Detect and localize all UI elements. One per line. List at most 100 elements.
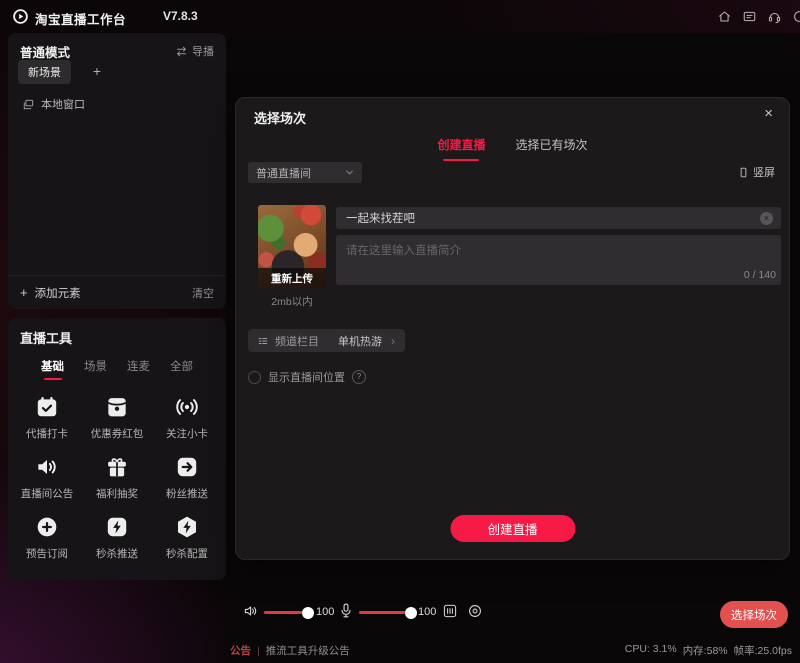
titlebar: 淘宝直播工作台 V7.8.3 xyxy=(0,0,800,33)
titlebar-actions xyxy=(717,9,800,24)
volume-slider-knob[interactable] xyxy=(302,607,314,619)
tool-flash-config[interactable]: 秒杀配置 xyxy=(152,514,222,561)
tool-checkin[interactable]: 代播打卡 xyxy=(12,394,82,441)
swap-arrows-icon xyxy=(175,45,188,58)
tool-coupon-redpacket[interactable]: 优惠券红包 xyxy=(82,394,152,441)
plus-circle-icon xyxy=(34,514,60,540)
tab-scene[interactable]: 场景 xyxy=(84,358,107,380)
clear-input-icon[interactable]: × xyxy=(760,212,773,225)
reupload-button[interactable]: 重新上传 xyxy=(258,268,326,288)
flash-square-icon xyxy=(104,514,130,540)
tab-all[interactable]: 全部 xyxy=(170,358,193,380)
add-element-label: 添加元素 xyxy=(35,285,81,301)
microphone-icon[interactable] xyxy=(338,602,354,619)
live-title-input[interactable] xyxy=(336,207,781,229)
tools-panel-title: 直播工具 xyxy=(20,328,72,347)
mic-value: 100 xyxy=(418,606,436,618)
modal-tabs: 创建直播 选择已有场次 xyxy=(236,136,789,161)
mode-label: 普通模式 xyxy=(20,42,70,61)
tools-grid: 代播打卡 优惠券红包 关注小卡 直播间公告 xyxy=(12,394,222,561)
cover-upload: 重新上传 2mb以内 xyxy=(258,205,326,309)
fps-stat: 帧率:25.0fps xyxy=(734,643,792,658)
control-bar: 100 100 选择场次 xyxy=(227,595,800,633)
headset-icon[interactable] xyxy=(767,9,782,24)
select-session-modal: 选择场次 × 创建直播 选择已有场次 普通直播间 竖屏 重新上传 2mb以内 ×… xyxy=(235,97,790,560)
tool-label: 关注小卡 xyxy=(166,426,208,441)
chevron-down-icon xyxy=(345,168,354,177)
select-session-button[interactable]: 选择场次 xyxy=(720,601,788,628)
tool-label: 粉丝推送 xyxy=(166,486,208,501)
add-scene-button[interactable]: + xyxy=(86,60,108,81)
gift-icon xyxy=(104,454,130,480)
director-button[interactable]: 导播 xyxy=(175,43,214,59)
mixer-icon[interactable] xyxy=(442,603,458,619)
tool-label: 秒杀推送 xyxy=(96,546,138,561)
home-icon[interactable] xyxy=(717,9,732,24)
notice-text: 推流工具升级公告 xyxy=(266,643,350,658)
tool-label: 福利抽奖 xyxy=(96,486,138,501)
volume-value: 100 xyxy=(316,606,334,618)
tab-create-live[interactable]: 创建直播 xyxy=(437,136,485,161)
tool-follow-card[interactable]: 关注小卡 xyxy=(152,394,222,441)
orientation-toggle[interactable]: 竖屏 xyxy=(738,164,775,180)
performance-stats: CPU: 3.1% 内存:58% 帧率:25.0fps xyxy=(625,643,792,658)
location-label: 显示直播间位置 xyxy=(268,369,345,385)
tool-label: 优惠券红包 xyxy=(91,426,144,441)
record-icon[interactable] xyxy=(467,603,483,619)
tool-lottery[interactable]: 福利抽奖 xyxy=(82,454,152,501)
clear-button[interactable]: 清空 xyxy=(192,285,214,301)
location-checkbox[interactable] xyxy=(248,371,261,384)
speaker-icon[interactable] xyxy=(243,603,259,619)
app-window: 淘宝直播工作台 V7.8.3 普通模式 导播 新场景 + xyxy=(0,0,800,663)
add-element-button[interactable]: + 添加元素 xyxy=(20,285,81,301)
more-icon[interactable] xyxy=(792,9,800,24)
source-item-label: 本地窗口 xyxy=(41,96,85,112)
volume-slider[interactable] xyxy=(264,611,308,614)
status-bar: 公告 | 推流工具升级公告 CPU: 3.1% 内存:58% 帧率:25.0fp… xyxy=(0,640,800,663)
notice-area[interactable]: 公告 | 推流工具升级公告 xyxy=(230,643,350,658)
tool-room-announcement[interactable]: 直播间公告 xyxy=(12,454,82,501)
red-packet-icon xyxy=(104,394,130,420)
tool-fan-push[interactable]: 粉丝推送 xyxy=(152,454,222,501)
room-type-dropdown[interactable]: 普通直播间 xyxy=(248,162,362,183)
orientation-label: 竖屏 xyxy=(753,164,775,180)
plus-icon: + xyxy=(20,285,28,300)
cpu-stat: CPU: 3.1% xyxy=(625,643,677,658)
tool-preview-subscribe[interactable]: 预告订阅 xyxy=(12,514,82,561)
notice-badge: 公告 xyxy=(230,643,251,658)
tab-existing-session[interactable]: 选择已有场次 xyxy=(516,136,588,161)
tool-label: 秒杀配置 xyxy=(166,546,208,561)
portrait-screen-icon xyxy=(738,167,749,178)
help-icon[interactable]: ? xyxy=(352,370,366,384)
channel-value: 单机热游 xyxy=(338,333,382,349)
director-label: 导播 xyxy=(192,43,214,59)
app-logo-icon xyxy=(12,8,29,25)
tool-label: 代播打卡 xyxy=(26,426,68,441)
tool-flash-push[interactable]: 秒杀推送 xyxy=(82,514,152,561)
arrow-right-icon xyxy=(174,454,200,480)
cover-image[interactable]: 重新上传 xyxy=(258,205,326,288)
tab-co-stream[interactable]: 连麦 xyxy=(127,358,150,380)
create-live-button[interactable]: 创建直播 xyxy=(450,515,575,542)
chevron-right-icon: › xyxy=(391,334,395,348)
close-icon[interactable]: × xyxy=(764,105,773,122)
divider: | xyxy=(257,645,260,657)
tab-basic[interactable]: 基础 xyxy=(41,358,64,380)
channel-label: 频道栏目 xyxy=(275,333,319,349)
app-version: V7.8.3 xyxy=(163,9,198,23)
channel-category-pill[interactable]: 频道栏目 单机热游 › xyxy=(248,329,405,352)
live-tools-panel: 直播工具 基础 场景 连麦 全部 代播打卡 优惠券红包 xyxy=(8,318,226,580)
memory-stat: 内存:58% xyxy=(683,643,728,658)
list-icon xyxy=(258,336,268,346)
mic-slider-knob[interactable] xyxy=(405,607,417,619)
mic-slider[interactable] xyxy=(359,611,411,614)
source-item-local-window[interactable]: 本地窗口 xyxy=(22,96,85,112)
tab-new-scene[interactable]: 新场景 xyxy=(18,60,71,84)
tools-tabs: 基础 场景 连麦 全部 xyxy=(8,358,226,380)
upload-hint: 2mb以内 xyxy=(258,294,326,309)
message-icon[interactable] xyxy=(742,9,757,24)
scene-panel: 普通模式 导播 新场景 + 本地窗口 + 添加元素 清空 xyxy=(8,33,226,309)
broadcast-icon xyxy=(174,394,200,420)
room-type-value: 普通直播间 xyxy=(256,165,311,181)
app-title: 淘宝直播工作台 xyxy=(35,9,126,28)
